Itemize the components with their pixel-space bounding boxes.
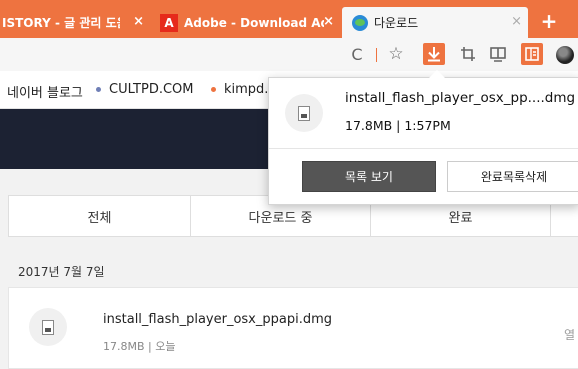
- toolbar-separator: [376, 48, 377, 62]
- file-meta: 17.8MB | 오늘: [103, 340, 176, 353]
- popup-arrow: [429, 70, 445, 78]
- new-tab-button[interactable]: +: [538, 9, 560, 33]
- tab-strip: ISTORY - 글 관리 도움말 × A Adobe - Download A…: [0, 0, 578, 38]
- bookmark-naver-blog[interactable]: 네이버 블로그: [0, 82, 83, 101]
- tab-tistory[interactable]: ISTORY - 글 관리 도움말 ×: [0, 7, 150, 38]
- file-icon: [285, 94, 323, 132]
- bookmark-dot-icon: [211, 87, 216, 92]
- close-icon[interactable]: ×: [511, 15, 522, 28]
- toolbar: C ☆: [0, 38, 578, 71]
- close-icon[interactable]: ×: [323, 15, 334, 28]
- tab-downloads[interactable]: 다운로드 ×: [342, 7, 528, 38]
- popup-file-name[interactable]: install_flash_player_osx_pp....dmg: [345, 90, 575, 106]
- star-icon[interactable]: ☆: [385, 43, 407, 65]
- bookmark-label: 네이버 블로그: [7, 86, 83, 101]
- file-name[interactable]: install_flash_player_osx_ppapi.dmg: [103, 312, 332, 327]
- bookmark-cultpd[interactable]: CULTPD.COM: [96, 82, 194, 97]
- sidebar-icon[interactable]: [521, 43, 543, 65]
- globe-icon: [352, 14, 368, 31]
- bookmark-kimpd[interactable]: kimpd.c: [211, 82, 276, 97]
- list-item[interactable]: install_flash_player_osx_ppapi.dmg 17.8M…: [8, 287, 578, 369]
- download-icon[interactable]: [423, 43, 445, 65]
- adobe-icon: A: [160, 13, 178, 32]
- tab-title: 다운로드: [374, 16, 419, 30]
- open-folder-link[interactable]: 열: [564, 326, 575, 343]
- reader-icon[interactable]: [487, 43, 509, 65]
- crop-icon[interactable]: [457, 43, 479, 65]
- tab-adobe[interactable]: A Adobe - Download Adobe ×: [152, 7, 340, 38]
- tab-title: Adobe - Download Adobe: [184, 15, 324, 30]
- avatar[interactable]: [556, 46, 574, 64]
- date-header: 2017년 7월 7일: [18, 265, 105, 279]
- download-popup: install_flash_player_osx_pp....dmg 17.8M…: [268, 77, 578, 205]
- divider: [269, 148, 578, 149]
- reload-icon[interactable]: C: [346, 43, 368, 65]
- tab-title: ISTORY - 글 관리 도움말: [2, 16, 120, 30]
- show-list-button[interactable]: 목록 보기: [302, 161, 436, 192]
- clear-completed-button[interactable]: 완료목록삭제: [447, 161, 578, 192]
- popup-file-meta: 17.8MB | 1:57PM: [345, 118, 451, 133]
- tab-all[interactable]: 전체: [9, 196, 191, 236]
- bookmark-dot-icon: [96, 87, 101, 92]
- file-icon: [29, 308, 67, 346]
- bookmark-label: CULTPD.COM: [109, 82, 194, 97]
- close-icon[interactable]: ×: [133, 15, 144, 28]
